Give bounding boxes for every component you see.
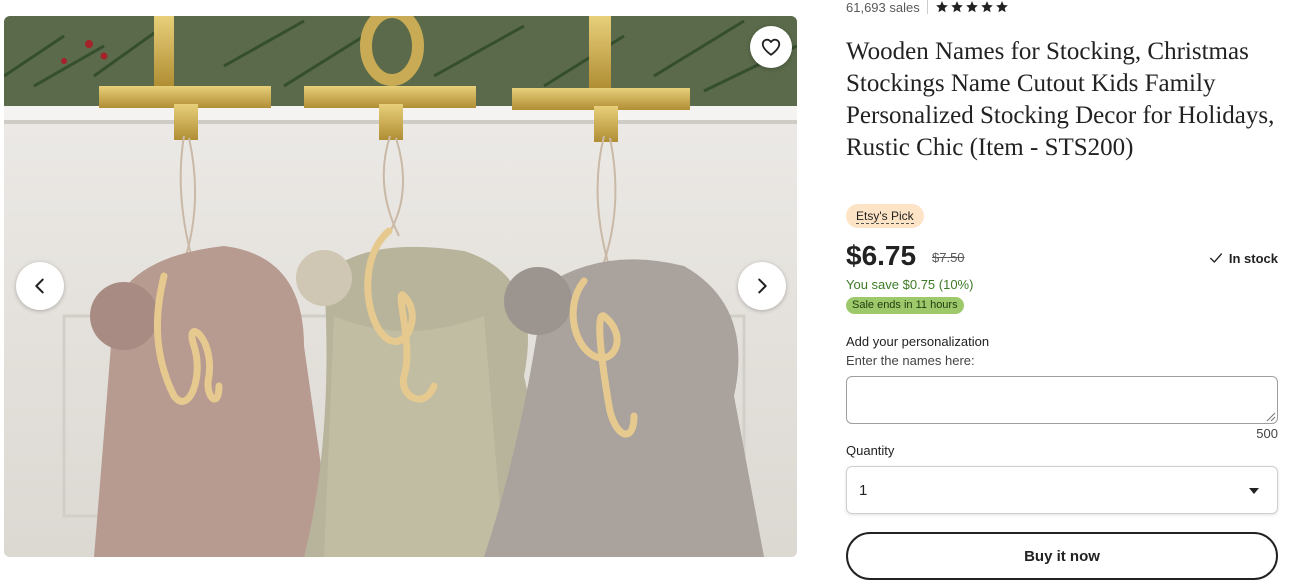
badge-label: Etsy's Pick xyxy=(856,209,914,224)
checkmark-icon xyxy=(1209,253,1222,263)
stock-label: In stock xyxy=(1228,250,1278,266)
previous-image-button[interactable] xyxy=(16,262,64,310)
quantity-label: Quantity xyxy=(846,443,895,458)
star-icon xyxy=(935,1,948,13)
buy-it-now-button[interactable]: Buy it now xyxy=(846,532,1278,580)
product-image-carousel[interactable] xyxy=(4,16,797,557)
savings-text: You save $0.75 (10%) xyxy=(846,277,974,292)
stock-status: In stock xyxy=(1208,250,1278,266)
product-photo xyxy=(4,16,797,557)
star-icon xyxy=(995,1,1008,13)
sale-ends-badge: Sale ends in 11 hours xyxy=(846,297,964,314)
etsys-pick-badge[interactable]: Etsy's Pick xyxy=(846,204,924,228)
personalization-instructions: Enter the names here: xyxy=(846,353,975,368)
sales-rating-row: 61,693 sales xyxy=(846,0,1009,15)
listing-title: Wooden Names for Stocking, Christmas Sto… xyxy=(846,38,1275,161)
star-icon xyxy=(965,1,978,13)
chevron-left-icon xyxy=(35,278,44,294)
quantity-select[interactable]: 1 xyxy=(846,466,1278,514)
personalization-label: Add your personalization xyxy=(846,334,990,349)
resize-grip-icon[interactable] xyxy=(1266,412,1276,422)
favorite-button[interactable] xyxy=(750,26,792,68)
personalization-input[interactable] xyxy=(846,376,1278,424)
sales-count: 61,693 sales xyxy=(846,0,920,15)
heart-icon xyxy=(761,38,781,56)
quantity-value: 1 xyxy=(859,481,868,499)
character-count: 500 xyxy=(1256,426,1278,441)
star-rating[interactable] xyxy=(935,0,1009,14)
caret-down-icon xyxy=(1249,488,1259,494)
original-price: $7.50 xyxy=(932,250,965,265)
star-icon xyxy=(980,1,993,13)
divider xyxy=(926,0,928,14)
next-image-button[interactable] xyxy=(738,262,786,310)
current-price: $6.75 xyxy=(846,240,917,271)
chevron-right-icon xyxy=(758,278,767,294)
star-icon xyxy=(950,1,963,13)
